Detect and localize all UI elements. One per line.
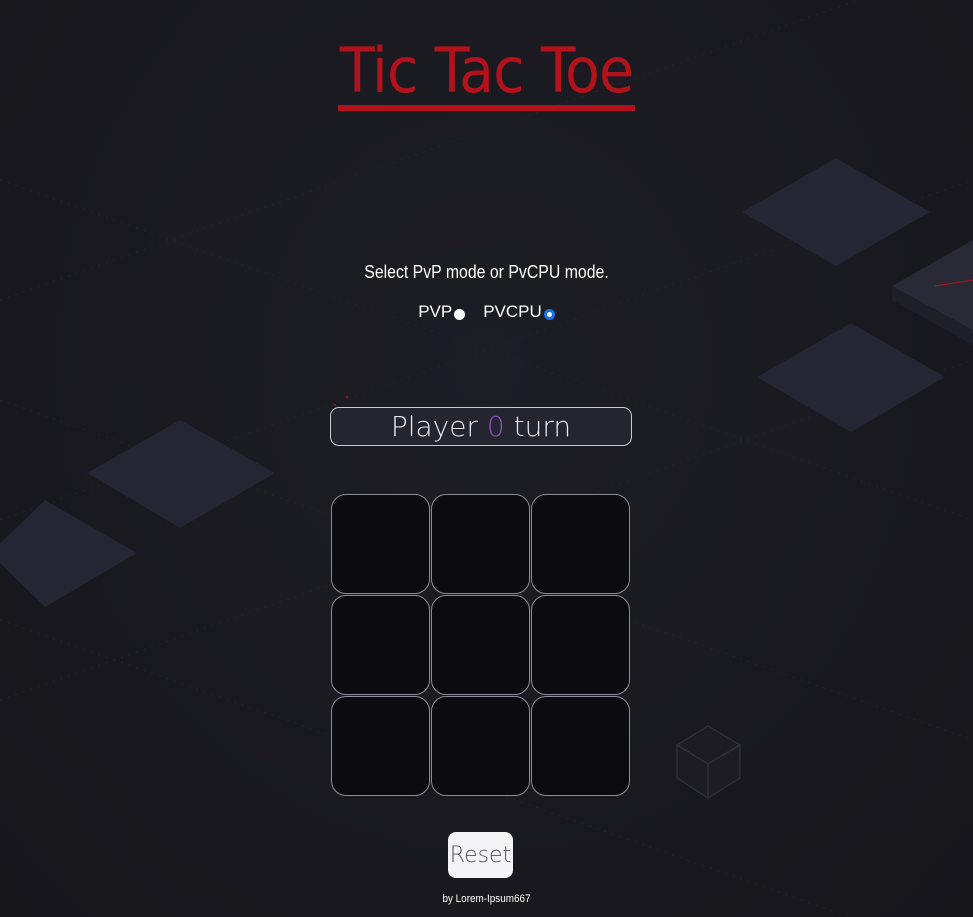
board-cell-9[interactable] <box>531 696 630 796</box>
bg-tile <box>87 420 275 528</box>
turn-indicator: Player 0 turn <box>330 407 632 446</box>
radio-pvcpu[interactable] <box>543 309 555 320</box>
game-board <box>331 494 631 798</box>
board-cell-1[interactable] <box>331 494 430 594</box>
page-title-text: Tic Tac Toe <box>338 39 635 111</box>
mode-selector: PVP PVCPU <box>0 302 973 322</box>
turn-suffix: turn <box>513 410 572 443</box>
turn-prefix: Player <box>390 410 478 443</box>
mode-label-pvp: PVP <box>418 302 453 321</box>
board-cell-2[interactable] <box>431 494 530 594</box>
mode-option-pvcpu[interactable]: PVCPU <box>483 302 555 322</box>
bg-tile <box>0 500 137 607</box>
bg-tile <box>757 323 945 432</box>
page-title: Tic Tac Toe <box>39 34 934 111</box>
mode-prompt: Select PvP mode or PvCPU mode. <box>364 262 609 282</box>
reset-button[interactable]: Reset <box>448 832 513 878</box>
board-cell-6[interactable] <box>531 595 630 695</box>
mode-option-pvp[interactable]: PVP <box>418 302 466 322</box>
turn-player-mark: 0 <box>486 410 505 443</box>
bg-cube <box>675 725 742 800</box>
board-cell-7[interactable] <box>331 696 430 796</box>
board-cell-3[interactable] <box>531 494 630 594</box>
mode-label-pvcpu: PVCPU <box>483 302 542 321</box>
board-cell-8[interactable] <box>431 696 530 796</box>
board-cell-5[interactable] <box>431 595 530 695</box>
app-root: Tic Tac Toe Select PvP mode or PvCPU mod… <box>0 0 973 917</box>
bg-tile <box>742 158 930 266</box>
radio-pvp[interactable] <box>454 309 466 320</box>
credit-text: by Lorem-Ipsum667 <box>442 893 531 905</box>
board-cell-4[interactable] <box>331 595 430 695</box>
